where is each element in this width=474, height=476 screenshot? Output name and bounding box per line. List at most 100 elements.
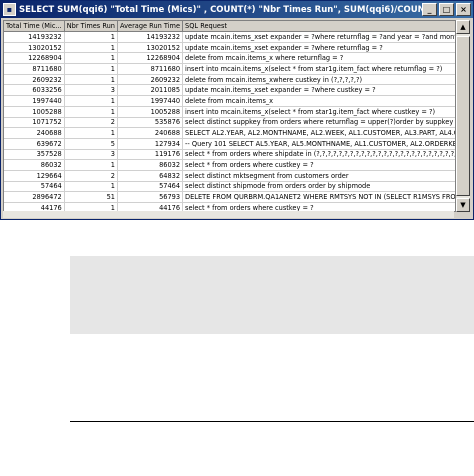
total-time-cell: 8711680	[4, 63, 65, 75]
column-header-total-time[interactable]: Total Time (Mic...	[4, 21, 65, 32]
total-time-cell: 1005288	[4, 106, 65, 118]
scroll-up-arrow-icon[interactable]: ▲	[456, 20, 470, 34]
horizontal-scrollbar[interactable]	[3, 211, 454, 218]
table-row[interactable]: 2896472 51 56793 DELETE FROM QURBRM.QA1ANET…	[4, 191, 455, 203]
average-run-time-cell: 64832	[117, 170, 184, 182]
nbr-times-run-cell: 3	[64, 149, 118, 161]
table-row[interactable]: 357528 3 119176 select * from orders where …	[4, 149, 455, 161]
average-run-time-cell: 86032	[117, 159, 184, 171]
total-time-cell: 13020152	[4, 42, 65, 54]
minimize-button[interactable]: _	[422, 3, 437, 16]
nbr-times-run-cell: 51	[64, 191, 118, 203]
total-time-cell: 2609232	[4, 74, 65, 86]
table-row[interactable]: 57464 1 57464 select distinct shipmode from…	[4, 181, 455, 193]
sql-request-cell: select * from orders where custkey = ?	[182, 159, 455, 171]
blank-gray-panel	[70, 256, 474, 334]
total-time-cell: 639672	[4, 138, 65, 150]
window-title: SELECT SUM(qqi6) "Total Time (Mics)" , C…	[19, 4, 422, 15]
total-time-cell: 1071752	[4, 117, 65, 129]
nbr-times-run-cell: 5	[64, 138, 118, 150]
nbr-times-run-cell: 1	[64, 52, 118, 65]
total-time-cell: 57464	[4, 181, 65, 193]
vertical-scrollbar[interactable]: ▲ ▼	[456, 20, 470, 212]
table-row[interactable]: 639672 5 127934 -- Query 101 SELECT AL5.YEA…	[4, 138, 455, 150]
scroll-down-arrow-icon[interactable]: ▼	[456, 198, 470, 212]
table-row[interactable]: 12268904 1 12268904 delete from mcain.items…	[4, 52, 455, 65]
average-run-time-cell: 8711680	[117, 63, 184, 75]
average-run-time-cell: 240688	[117, 127, 184, 139]
nbr-times-run-cell: 1	[64, 42, 118, 54]
nbr-times-run-cell: 3	[64, 84, 118, 97]
column-header-nbr-times-run[interactable]: Nbr Times Run	[64, 21, 118, 32]
results-body: 14193232 1 14193232 update mcain.items_xset…	[4, 31, 455, 211]
average-run-time-cell: 127934	[117, 138, 184, 150]
sql-request-cell: select * from orders where shipdate in (…	[182, 149, 455, 161]
total-time-cell: 129664	[4, 170, 65, 182]
scroll-thumb[interactable]	[456, 36, 470, 196]
total-time-cell: 1997440	[4, 95, 65, 107]
sql-request-cell: SELECT AL2.YEAR, AL2.MONTHNAME, AL2.WEEK…	[182, 127, 455, 139]
average-run-time-cell: 57464	[117, 181, 184, 193]
sql-request-cell: delete from mcain.items_xwhere custkey i…	[182, 74, 455, 86]
sql-request-cell: delete from mcain.items_x	[182, 95, 455, 107]
total-time-cell: 12268904	[4, 52, 65, 65]
table-row[interactable]: 1005288 1 1005288 insert into mcain.items_x…	[4, 106, 455, 118]
average-run-time-cell: 2011085	[117, 84, 184, 97]
average-run-time-cell: 535876	[117, 117, 184, 129]
nbr-times-run-cell: 1	[64, 159, 118, 171]
column-header-sql-request[interactable]: SQL Request	[182, 21, 455, 32]
page-divider-line	[70, 421, 474, 422]
sql-request-cell: select distinct shipmode from orders ord…	[182, 181, 455, 193]
total-time-cell: 14193232	[4, 31, 65, 43]
total-time-cell: 6033256	[4, 84, 65, 97]
table-row[interactable]: 2609232 1 2609232 delete from mcain.items_x…	[4, 74, 455, 86]
table-row[interactable]: 6033256 3 2011085 update mcain.items_xset e…	[4, 84, 455, 97]
table-row[interactable]: 129664 2 64832 select distinct mktsegment f…	[4, 170, 455, 182]
table-row[interactable]: 1071752 2 535876 select distinct suppkey fr…	[4, 117, 455, 129]
sql-request-cell: DELETE FROM QURBRM.QA1ANET2 WHERE RMTSYS…	[182, 191, 455, 203]
average-run-time-cell: 1997440	[117, 95, 184, 107]
table-row[interactable]: 8711680 1 8711680 insert into mcain.items_x…	[4, 63, 455, 75]
app-icon: ▪	[3, 3, 16, 16]
sql-request-cell: delete from mcain.items_x where returnfl…	[182, 52, 455, 65]
average-run-time-cell: 14193232	[117, 31, 184, 43]
maximize-button[interactable]: □	[439, 3, 454, 16]
query-results-window: ▪ SELECT SUM(qqi6) "Total Time (Mics)" ,…	[0, 0, 474, 220]
total-time-cell: 240688	[4, 127, 65, 139]
average-run-time-cell: 56793	[117, 191, 184, 203]
nbr-times-run-cell: 1	[64, 106, 118, 118]
nbr-times-run-cell: 1	[64, 127, 118, 139]
average-run-time-cell: 119176	[117, 149, 184, 161]
sql-request-cell: select distinct suppkey from orders wher…	[182, 117, 455, 129]
column-header-average-run-time[interactable]: Average Run Time	[117, 21, 184, 32]
average-run-time-cell: 13020152	[117, 42, 184, 54]
average-run-time-cell: 12268904	[117, 52, 184, 65]
table-row[interactable]: 13020152 1 13020152 update mcain.items_xset…	[4, 42, 455, 54]
table-row[interactable]: 240688 1 240688 SELECT AL2.YEAR, AL2.MONTHN…	[4, 127, 455, 139]
nbr-times-run-cell: 1	[64, 74, 118, 86]
nbr-times-run-cell: 1	[64, 31, 118, 43]
sql-request-cell: update mcain.items_xset expander = ?wher…	[182, 42, 455, 54]
results-table: Total Time (Mic... Nbr Times Run Average…	[4, 21, 455, 211]
header-row: Total Time (Mic... Nbr Times Run Average…	[4, 21, 455, 32]
sql-request-cell: -- Query 101 SELECT AL5.YEAR, AL5.MONTHN…	[182, 138, 455, 150]
sql-request-cell: insert into mcain.items_x(select * from …	[182, 106, 455, 118]
table-row[interactable]: 14193232 1 14193232 update mcain.items_xset…	[4, 31, 455, 43]
sql-request-cell: insert into mcain.items_x(select * from …	[182, 63, 455, 75]
nbr-times-run-cell: 2	[64, 170, 118, 182]
close-button[interactable]: ×	[456, 3, 471, 16]
results-grid: Total Time (Mic... Nbr Times Run Average…	[3, 20, 456, 212]
table-row[interactable]: 1997440 1 1997440 delete from mcain.items_x	[4, 95, 455, 107]
title-bar[interactable]: ▪ SELECT SUM(qqi6) "Total Time (Mics)" ,…	[1, 1, 473, 18]
total-time-cell: 2896472	[4, 191, 65, 203]
average-run-time-cell: 2609232	[117, 74, 184, 86]
nbr-times-run-cell: 1	[64, 181, 118, 193]
nbr-times-run-cell: 2	[64, 117, 118, 129]
sql-request-cell: update mcain.items_xset expander = ?wher…	[182, 84, 455, 97]
sql-request-cell: update mcain.items_xset expander = ?wher…	[182, 31, 455, 43]
sql-request-cell: select distinct mktsegment from customer…	[182, 170, 455, 182]
average-run-time-cell: 1005288	[117, 106, 184, 118]
table-row[interactable]: 86032 1 86032 select * from orders where cu…	[4, 159, 455, 171]
nbr-times-run-cell: 1	[64, 95, 118, 107]
nbr-times-run-cell: 1	[64, 63, 118, 75]
